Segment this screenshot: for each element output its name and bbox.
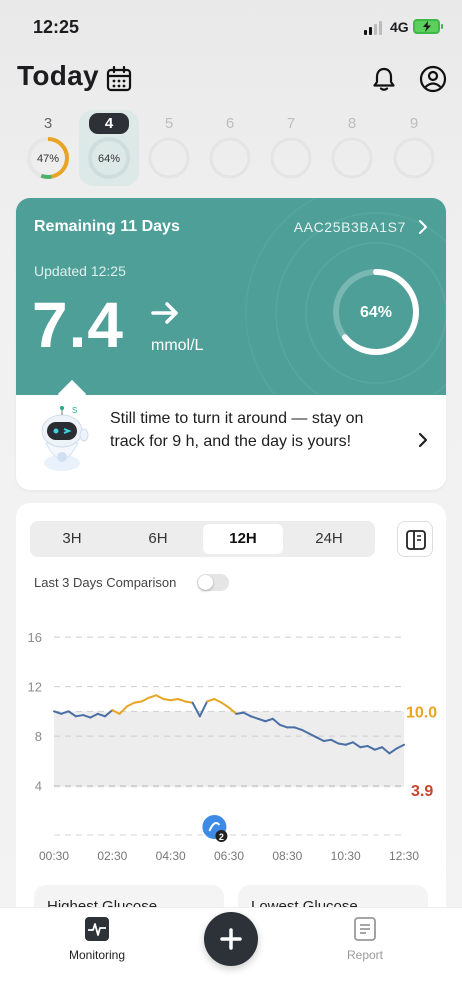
day-progress-ring xyxy=(209,137,251,179)
series-segment xyxy=(169,698,179,702)
series-segment xyxy=(140,696,150,703)
y-tick-label: 8 xyxy=(35,729,42,744)
target-low-label: 3.9 xyxy=(411,783,433,800)
series-segment xyxy=(155,694,165,700)
x-tick-label: 08:30 xyxy=(272,849,302,863)
nav-monitoring-label: Monitoring xyxy=(68,948,126,962)
monitoring-icon xyxy=(85,917,109,941)
status-time: 12:25 xyxy=(33,17,80,37)
x-tick-label: 10:30 xyxy=(331,849,361,863)
profile-icon[interactable] xyxy=(419,65,447,93)
today-screen: 12:25 4G Today 3 47% 4 64% 5 6 7 8 9 Rem… xyxy=(0,0,462,1000)
day-5[interactable]: 5 xyxy=(139,110,199,186)
series-segment xyxy=(147,694,158,699)
series-segment xyxy=(125,701,136,708)
series-segment xyxy=(213,698,223,704)
range-3h[interactable]: 3H xyxy=(32,524,112,554)
series-segment xyxy=(206,698,216,703)
compare-toggle[interactable] xyxy=(197,574,229,591)
x-tick-label: 12:30 xyxy=(389,849,419,863)
series-segment xyxy=(162,698,172,702)
x-tick-label: 00:30 xyxy=(39,849,69,863)
series-segment xyxy=(322,738,333,743)
day-selector: 3 47% 4 64% 5 6 7 8 9 xyxy=(16,110,446,186)
y-tick-label: 4 xyxy=(35,779,42,794)
series-segment xyxy=(359,744,369,749)
calendar-icon[interactable] xyxy=(106,66,132,92)
y-tick-label: 12 xyxy=(28,680,42,695)
bell-icon[interactable] xyxy=(371,66,397,92)
x-tick-label: 06:30 xyxy=(214,849,244,863)
day-progress-ring xyxy=(331,137,373,179)
glucose-unit: mmol/L xyxy=(151,337,204,354)
compare-label: Last 3 Days Comparison xyxy=(34,575,177,590)
series-segment xyxy=(176,698,187,703)
y-tick-label: 16 xyxy=(28,630,42,645)
day-number: 5 xyxy=(164,115,174,132)
remaining-days: Remaining 11 Days xyxy=(34,218,180,235)
series-segment xyxy=(235,711,245,715)
split-view-icon xyxy=(406,530,426,550)
layout-toggle-button[interactable] xyxy=(397,521,433,557)
day-number: 9 xyxy=(409,115,419,132)
day-percent: 47% xyxy=(36,153,60,165)
series-segment xyxy=(337,742,347,746)
tip-text: Still time to turn it around — stay on t… xyxy=(110,410,364,450)
day-9[interactable]: 9 xyxy=(384,110,444,186)
series-segment xyxy=(74,714,85,718)
sensor-serial[interactable]: AAC25B3BA1S7 xyxy=(294,219,406,235)
network-label: 4G xyxy=(390,19,409,35)
sensor-card: Remaining 11 Days AAC25B3BA1S7 Updated 1… xyxy=(16,198,446,490)
target-range-band xyxy=(54,711,404,787)
glucose-value: 7.4 xyxy=(32,289,124,361)
day-number: 8 xyxy=(347,115,357,132)
target-high-label: 10.0 xyxy=(406,704,437,721)
day-progress-ring xyxy=(148,137,190,179)
day-percent: 64% xyxy=(97,153,121,165)
day-number: 4 xyxy=(89,113,129,134)
series-segment xyxy=(133,700,143,704)
range-selector: 3H 6H 12H 24H xyxy=(30,521,375,557)
day-3[interactable]: 3 47% xyxy=(18,110,78,186)
plus-icon xyxy=(220,928,242,950)
svg-text:S: S xyxy=(72,406,77,415)
day-number: 6 xyxy=(225,115,235,132)
x-tick-label: 04:30 xyxy=(156,849,186,863)
glucose-line-chart: 4 8 12 16 10.0 3.9 00:30 02:30 04:30 06:30 08:30 10… xyxy=(28,630,438,863)
chevron-right-icon[interactable] xyxy=(418,219,428,235)
day-6[interactable]: 6 xyxy=(200,110,260,186)
day-8[interactable]: 8 xyxy=(322,110,382,186)
range-6h[interactable]: 6H xyxy=(118,524,198,554)
page-title: Today xyxy=(17,60,99,91)
day-7[interactable]: 7 xyxy=(261,110,321,186)
coach-tip[interactable]: S Still time to turn it around — stay on… xyxy=(16,395,446,490)
glucose-panel: Remaining 11 Days AAC25B3BA1S7 Updated 1… xyxy=(16,198,446,395)
add-button[interactable] xyxy=(204,912,258,966)
nav-report-label: Report xyxy=(346,948,384,962)
day-progress-ring xyxy=(393,137,435,179)
battery-charging-icon xyxy=(413,19,443,34)
day-progress-ring xyxy=(270,137,312,179)
robot-mascot-icon: S xyxy=(41,406,89,471)
updated-time: Updated 12:25 xyxy=(34,263,126,279)
report-icon xyxy=(354,917,376,941)
day-number: 3 xyxy=(43,115,53,132)
series-segment xyxy=(184,700,194,704)
range-24h[interactable]: 24H xyxy=(289,524,369,554)
sensor-progress-label: 64% xyxy=(359,304,393,321)
status-bar: 12:25 4G xyxy=(0,0,462,52)
range-12h[interactable]: 12H xyxy=(203,524,283,554)
x-tick-label: 02:30 xyxy=(97,849,127,863)
day-4[interactable]: 4 64% xyxy=(79,110,139,186)
day-number: 7 xyxy=(286,115,296,132)
trend-arrow-right-icon xyxy=(151,302,178,324)
signal-icon xyxy=(364,21,382,35)
series-segment xyxy=(220,701,230,709)
chevron-right-icon[interactable] xyxy=(418,432,428,448)
event-count-label: 2 xyxy=(219,832,224,842)
